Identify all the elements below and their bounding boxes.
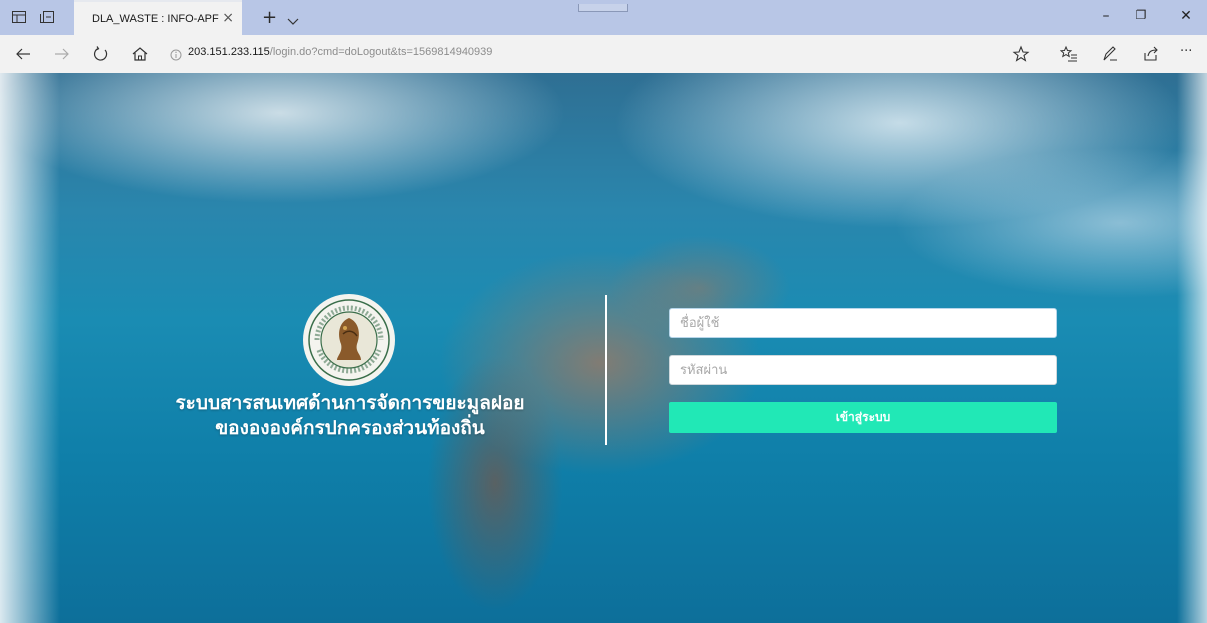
- username-input[interactable]: [669, 308, 1057, 338]
- forward-arrow-icon[interactable]: [53, 45, 71, 63]
- new-tab-button[interactable]: +: [262, 7, 277, 28]
- home-icon[interactable]: [131, 45, 149, 63]
- browser-navbar: 203.151.233.115/login.do?cmd=doLogout&ts…: [0, 35, 1207, 73]
- close-window-button[interactable]: ✕: [1176, 8, 1196, 24]
- more-icon[interactable]: ···: [1180, 44, 1202, 62]
- browser-titlebar: DLA_WASTE : INFO-APF × + – ❐ ✕: [0, 0, 1207, 35]
- info-icon[interactable]: [170, 46, 182, 65]
- system-title-line1: ระบบสารสนเทศด้านการจัดการขยะมูลฝอย: [175, 392, 525, 414]
- refresh-icon[interactable]: [92, 45, 110, 63]
- password-input[interactable]: [669, 355, 1057, 385]
- tab-manager-icon[interactable]: [12, 11, 26, 23]
- system-title: ระบบสารสนเทศด้านการจัดการขยะมูลฝอย ขององ…: [140, 391, 560, 441]
- vertical-divider: [605, 295, 607, 445]
- system-title-line2: ของององค์กรปกครองส่วนท้องถิ่น: [215, 417, 485, 439]
- login-page: ระบบสารสนเทศด้านการจัดการขยะมูลฝอย ขององ…: [0, 73, 1207, 623]
- favorite-star-icon[interactable]: [1012, 45, 1030, 63]
- chevron-down-icon[interactable]: [287, 11, 299, 30]
- favorites-list-icon[interactable]: [1060, 45, 1078, 63]
- address-bar[interactable]: 203.151.233.115/login.do?cmd=doLogout&ts…: [188, 46, 492, 58]
- share-icon[interactable]: [1142, 45, 1160, 63]
- tab-preview-icon[interactable]: [40, 11, 54, 23]
- tab-title: DLA_WASTE : INFO-APF: [92, 13, 219, 25]
- back-arrow-icon[interactable]: [14, 45, 32, 63]
- url-host: 203.151.233.115: [188, 46, 270, 58]
- browser-tab[interactable]: DLA_WASTE : INFO-APF ×: [74, 0, 242, 35]
- window-drag-handle[interactable]: [578, 4, 628, 12]
- pen-icon[interactable]: [1101, 45, 1119, 63]
- login-button[interactable]: เข้าสู่ระบบ: [669, 402, 1057, 433]
- url-path: /login.do?cmd=doLogout&ts=1569814940939: [269, 46, 493, 58]
- restore-button[interactable]: ❐: [1131, 8, 1151, 22]
- minimize-button[interactable]: –: [1096, 8, 1116, 24]
- tab-close-icon[interactable]: ×: [222, 11, 234, 25]
- dla-logo: [303, 294, 395, 386]
